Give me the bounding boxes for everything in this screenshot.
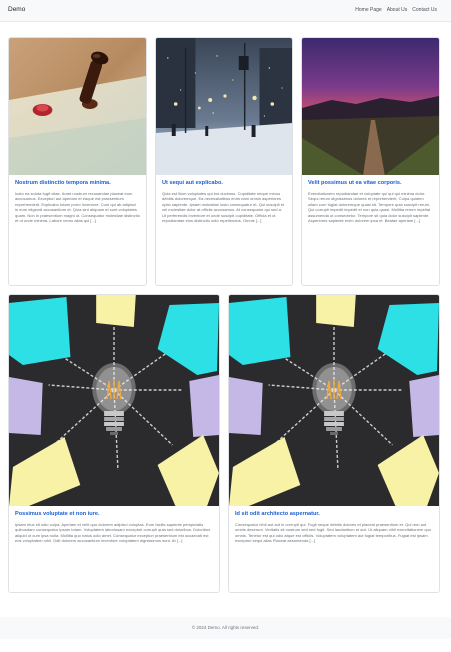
- post-card[interactable]: Id sit odit architecto aspernatur. Conse…: [228, 294, 440, 593]
- card-title[interactable]: Ut sequi aut explicabo.: [162, 180, 286, 187]
- post-card[interactable]: Nostrum distinctio tempora minima. Iusto…: [8, 37, 147, 286]
- card-title[interactable]: Id sit odit architecto aspernatur.: [235, 511, 433, 518]
- card-text: Ipsam eius sit odio culpa. Aperiam et ve…: [15, 522, 211, 544]
- post-card[interactable]: Possimus voluptate et non iure. Ipsam ei…: [8, 294, 220, 593]
- navbar: Demo Home Page About Us Contact Us: [0, 0, 451, 22]
- sunset-path-photo[interactable]: [302, 38, 439, 175]
- card-text: Iusto ea soluta fugit vitae. Amet nostru…: [15, 191, 140, 224]
- snowy-city-street-photo[interactable]: [156, 38, 292, 175]
- card-body: Velit possimus ut ea vitae corporis. Exe…: [302, 180, 439, 223]
- card-body: Ut sequi aut explicabo. Quia est illum v…: [156, 180, 292, 223]
- nav-links: Home Page About Us Contact Us: [355, 7, 437, 13]
- card-body: Id sit odit architecto aspernatur. Conse…: [229, 511, 439, 544]
- nav-link-contact[interactable]: Contact Us: [412, 7, 437, 13]
- nav-link-about[interactable]: About Us: [387, 7, 408, 13]
- card-text: Exercitationem repudiandae et voluptate …: [308, 191, 431, 224]
- card-text: Quia est illum voluptates qui est ducimu…: [162, 191, 285, 224]
- card-title[interactable]: Possimus voluptate et non iure.: [15, 511, 213, 518]
- footer: © 2024 Demo. All rights reserved.: [0, 617, 451, 639]
- lightbulb-sticky-notes-photo[interactable]: [229, 295, 439, 506]
- card-title[interactable]: Nostrum distinctio tempora minima.: [15, 180, 140, 187]
- card-body: Nostrum distinctio tempora minima. Iusto…: [9, 180, 146, 223]
- card-body: Possimus voluptate et non iure. Ipsam ei…: [9, 511, 219, 544]
- brand-link[interactable]: Demo: [8, 6, 25, 13]
- lightbulb-sticky-notes-photo[interactable]: [9, 295, 219, 506]
- post-card[interactable]: Ut sequi aut explicabo. Quia est illum v…: [155, 37, 293, 286]
- card-text: Consequatur nihil aut aut in corrupti qu…: [235, 522, 432, 544]
- wax-seal-stamp-photo[interactable]: [9, 38, 146, 175]
- post-card[interactable]: Velit possimus ut ea vitae corporis. Exe…: [301, 37, 440, 286]
- nav-link-home[interactable]: Home Page: [355, 7, 381, 13]
- copyright-text: © 2024 Demo. All rights reserved.: [191, 625, 260, 630]
- card-title[interactable]: Velit possimus ut ea vitae corporis.: [308, 180, 433, 187]
